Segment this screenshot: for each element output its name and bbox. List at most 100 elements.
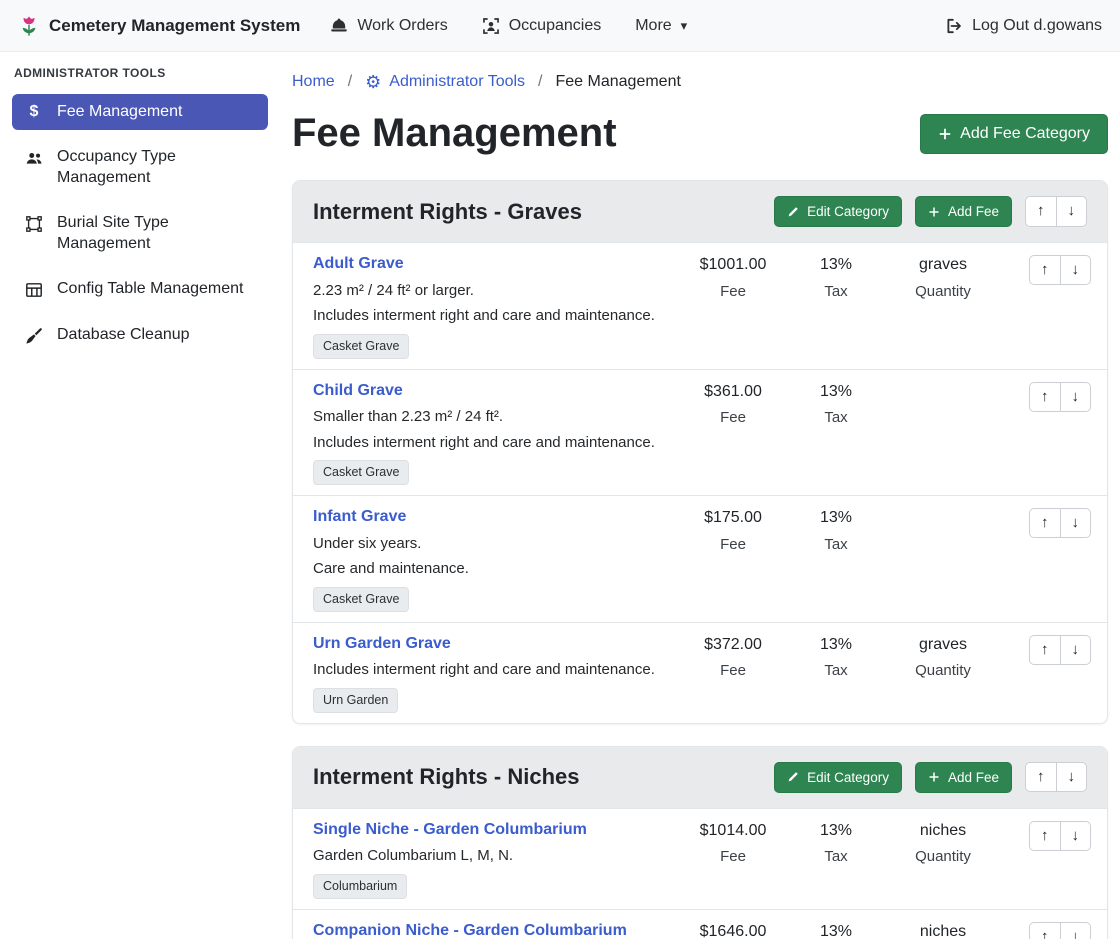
fee-tag-badge: Columbarium (313, 874, 407, 899)
fee-tax: 13% (785, 821, 887, 842)
edit-category-button[interactable]: Edit Category (774, 762, 902, 793)
fee-category-card-graves: Interment Rights - Graves Edit Category … (292, 180, 1108, 724)
person-bounding-box-icon (482, 17, 500, 35)
nav-more-label: More (635, 17, 671, 35)
edit-category-button[interactable]: Edit Category (774, 196, 902, 227)
nav-occupancies-label: Occupancies (509, 17, 602, 35)
fee-quantity-label: Quantity (887, 662, 999, 679)
fee-quantity-column (887, 381, 999, 382)
fee-tax-label: Tax (785, 283, 887, 300)
move-fee-down-button[interactable]: ↓ (1060, 255, 1092, 285)
fee-tax-column: 13% Tax (785, 820, 887, 866)
table-icon (24, 281, 44, 299)
move-fee-up-button[interactable]: ↑ (1029, 922, 1061, 939)
sidebar-item-label: Database Cleanup (57, 325, 190, 345)
sidebar-item-occupancy-type-management[interactable]: Occupancy Type Management (12, 139, 268, 196)
fee-tax-column: 13% Tax (785, 507, 887, 553)
broom-icon (24, 327, 44, 345)
fee-tax: 13% (785, 635, 887, 656)
dollar-icon: $ (24, 104, 44, 120)
fee-name-link[interactable]: Infant Grave (313, 508, 406, 525)
move-fee-down-button[interactable]: ↓ (1060, 382, 1092, 412)
tulip-logo-icon (18, 15, 40, 37)
move-category-down-button[interactable]: ↓ (1056, 762, 1088, 792)
nav-more[interactable]: More ▾ (635, 17, 687, 35)
fee-amount: $372.00 (681, 635, 785, 656)
fee-quantity-label: Quantity (887, 848, 999, 865)
hard-hat-icon (330, 17, 348, 35)
fee-quantity-column: graves Quantity (887, 254, 999, 300)
move-category-up-button[interactable]: ↑ (1025, 196, 1057, 226)
arrow-down-icon: ↓ (1072, 827, 1080, 844)
fee-amount-label: Fee (681, 662, 785, 679)
fee-reorder-group: ↑ ↓ (1029, 382, 1091, 412)
nav-work-orders[interactable]: Work Orders (330, 17, 447, 35)
app-title: Cemetery Management System (49, 16, 300, 36)
fee-reorder-group: ↑ ↓ (1029, 508, 1091, 538)
admin-sidebar: ADMINISTRATOR TOOLS $ Fee Management Occ… (0, 52, 280, 939)
fee-row: Child Grave Smaller than 2.23 m² / 24 ft… (293, 369, 1107, 496)
breadcrumb-home-link[interactable]: Home (292, 73, 335, 91)
fee-tax: 13% (785, 382, 887, 403)
fee-amount: $1014.00 (681, 821, 785, 842)
fee-row: Urn Garden Grave Includes interment righ… (293, 622, 1107, 723)
fee-description: Includes interment right and care and ma… (313, 433, 671, 453)
fee-quantity-label: Quantity (887, 283, 999, 300)
move-fee-up-button[interactable]: ↑ (1029, 255, 1061, 285)
sidebar-item-fee-management[interactable]: $ Fee Management (12, 94, 268, 130)
move-fee-down-button[interactable]: ↓ (1060, 922, 1092, 939)
logout-button[interactable]: Log Out d.gowans (945, 17, 1102, 35)
top-navbar: Cemetery Management System Work Orders O… (0, 0, 1120, 52)
move-fee-down-button[interactable]: ↓ (1060, 821, 1092, 851)
fee-amount-column: $1001.00 Fee (681, 254, 785, 300)
logout-label: Log Out d.gowans (972, 17, 1102, 35)
move-fee-up-button[interactable]: ↑ (1029, 508, 1061, 538)
move-category-up-button[interactable]: ↑ (1025, 762, 1057, 792)
pencil-icon (787, 771, 799, 783)
plus-icon (928, 771, 940, 783)
sidebar-header: ADMINISTRATOR TOOLS (14, 66, 266, 80)
fee-tax-label: Tax (785, 536, 887, 553)
fee-name-link[interactable]: Urn Garden Grave (313, 635, 451, 652)
category-header: Interment Rights - Graves Edit Category … (293, 181, 1107, 242)
gear-icon: ⚙ (365, 73, 381, 91)
move-fee-down-button[interactable]: ↓ (1060, 508, 1092, 538)
fee-amount: $175.00 (681, 508, 785, 529)
add-fee-button[interactable]: Add Fee (915, 196, 1012, 227)
arrow-up-icon: ↑ (1037, 768, 1045, 785)
fee-amount: $361.00 (681, 382, 785, 403)
add-fee-category-label: Add Fee Category (960, 125, 1090, 143)
sidebar-item-label: Occupancy Type Management (57, 147, 256, 188)
category-header: Interment Rights - Niches Edit Category … (293, 747, 1107, 808)
nav-occupancies[interactable]: Occupancies (482, 17, 602, 35)
fee-quantity: niches (887, 821, 999, 842)
fee-amount-label: Fee (681, 536, 785, 553)
fee-name-link[interactable]: Adult Grave (313, 255, 404, 272)
fee-name-link[interactable]: Companion Niche - Garden Columbarium (313, 922, 627, 939)
fee-tax-column: 13% Tax (785, 921, 887, 939)
fee-name-link[interactable]: Child Grave (313, 382, 403, 399)
sidebar-item-database-cleanup[interactable]: Database Cleanup (12, 317, 268, 353)
sidebar-item-label: Burial Site Type Management (57, 213, 256, 254)
fee-description: Includes interment right and care and ma… (313, 306, 671, 326)
move-fee-up-button[interactable]: ↑ (1029, 635, 1061, 665)
fee-name-link[interactable]: Single Niche - Garden Columbarium (313, 821, 587, 838)
breadcrumb-admin-tools-link[interactable]: ⚙ Administrator Tools (365, 73, 525, 91)
fee-quantity: graves (887, 635, 999, 656)
move-fee-up-button[interactable]: ↑ (1029, 821, 1061, 851)
fee-tax-column: 13% Tax (785, 381, 887, 427)
app-brand[interactable]: Cemetery Management System (18, 15, 300, 37)
sidebar-item-burial-site-type-management[interactable]: Burial Site Type Management (12, 205, 268, 262)
fee-description: 2.23 m² / 24 ft² or larger. (313, 281, 671, 301)
add-fee-category-button[interactable]: Add Fee Category (920, 114, 1108, 154)
sidebar-item-config-table-management[interactable]: Config Table Management (12, 271, 268, 307)
arrow-up-icon: ↑ (1041, 928, 1049, 939)
arrow-down-icon: ↓ (1068, 202, 1076, 219)
fee-amount: $1001.00 (681, 255, 785, 276)
add-fee-button[interactable]: Add Fee (915, 762, 1012, 793)
move-fee-up-button[interactable]: ↑ (1029, 382, 1061, 412)
move-fee-down-button[interactable]: ↓ (1060, 635, 1092, 665)
fee-reorder-group: ↑ ↓ (1029, 255, 1091, 285)
move-category-down-button[interactable]: ↓ (1056, 196, 1088, 226)
fee-tax-label: Tax (785, 662, 887, 679)
